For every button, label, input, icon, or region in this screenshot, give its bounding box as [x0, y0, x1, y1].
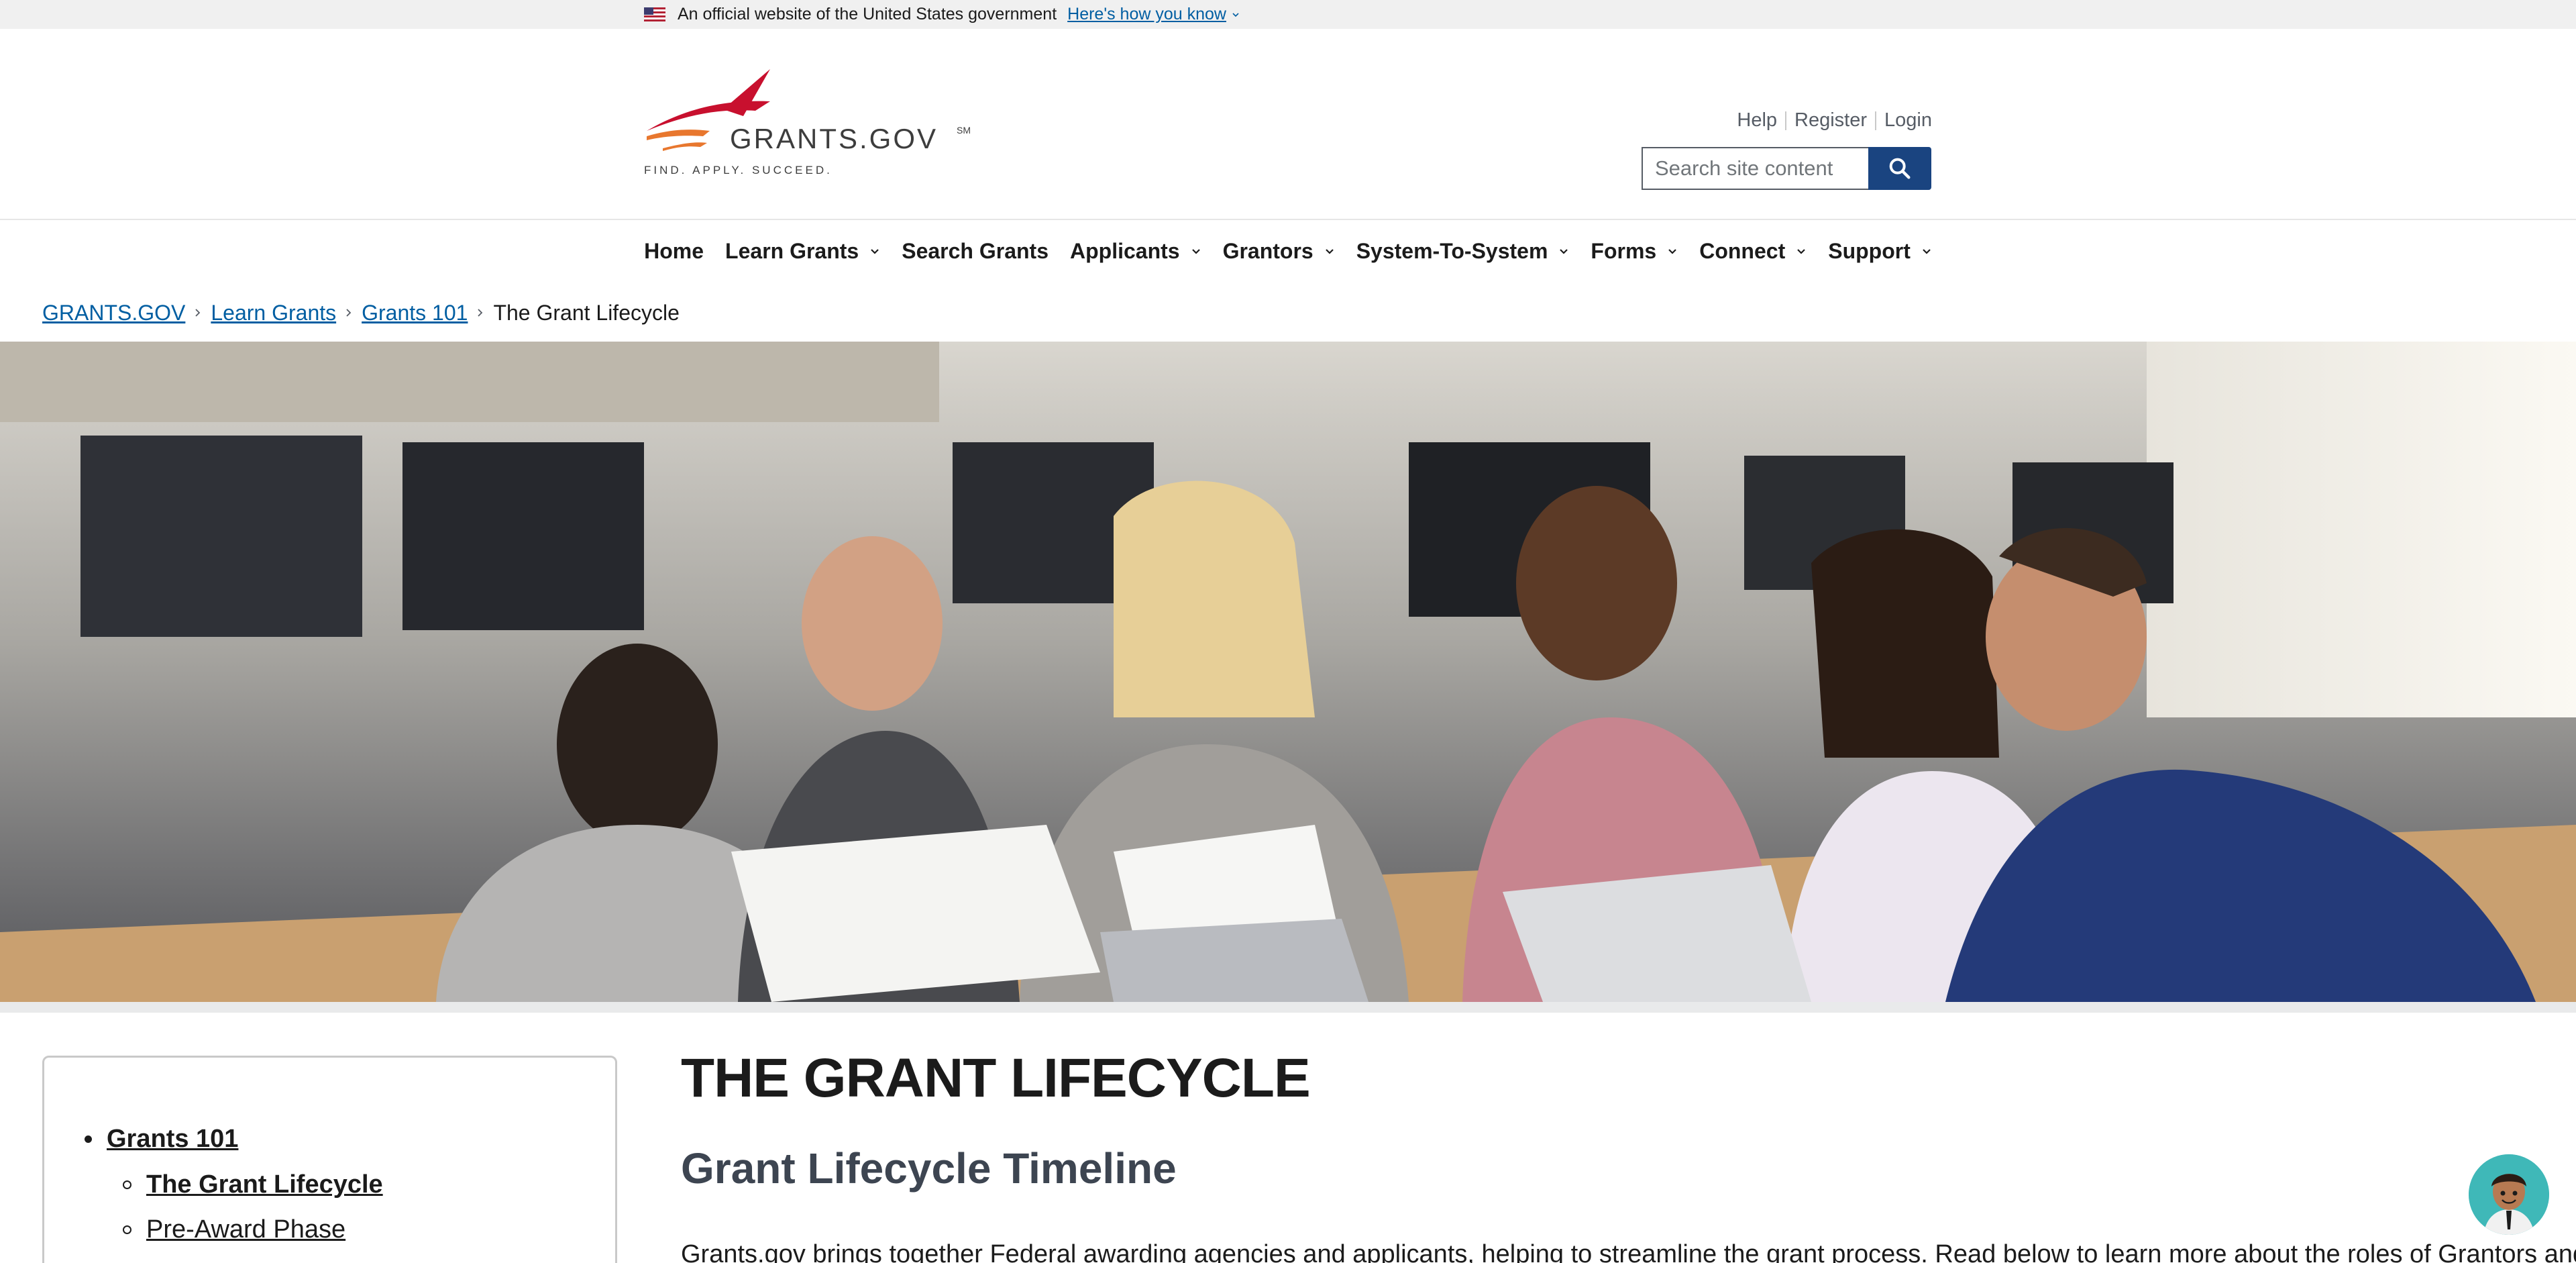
site-header: GRANTS.GOV SM FIND. APPLY. SUCCEED. Help… [0, 29, 2576, 220]
divider [1875, 111, 1877, 130]
chevron-down-icon [1797, 249, 1805, 254]
search-icon [1889, 158, 1911, 179]
login-link[interactable]: Login [1884, 109, 1932, 132]
sidebar-nav: Grants 101 The Grant Lifecycle Pre-Award… [42, 1056, 617, 1263]
chevron-right-icon [195, 309, 201, 317]
circle-bullet-icon [123, 1180, 131, 1189]
group-meeting-photo [0, 342, 2576, 1002]
grants-gov-logo[interactable]: GRANTS.GOV SM FIND. APPLY. SUCCEED. [643, 69, 975, 180]
chevron-down-icon[interactable] [1232, 11, 1240, 19]
section-title: Grant Lifecycle Timeline [681, 1144, 1177, 1193]
us-flag-icon [644, 7, 665, 21]
chevron-down-icon [1560, 249, 1568, 254]
nav-item-applicants[interactable]: Applicants [1070, 239, 1201, 264]
nav-item-home[interactable]: Home [644, 239, 704, 264]
logo-tagline: FIND. APPLY. SUCCEED. [644, 164, 833, 176]
intro-paragraph: Grants.gov brings together Federal award… [681, 1240, 2576, 1263]
sidebar-item-grant-lifecycle[interactable]: The Grant Lifecycle [123, 1170, 383, 1199]
search-placeholder: Search site content [1655, 156, 1833, 180]
breadcrumb: GRANTS.GOV Learn Grants Grants 101 The G… [42, 295, 680, 330]
nav-item-system-to-system[interactable]: System-To-System [1356, 239, 1570, 264]
page-title: THE GRANT LIFECYCLE [681, 1048, 1311, 1109]
nav-item-forms[interactable]: Forms [1591, 239, 1678, 264]
search-button[interactable] [1868, 147, 1931, 190]
sidebar-item-label[interactable]: Grants 101 [107, 1125, 238, 1154]
official-site-text: An official website of the United States… [678, 5, 1057, 23]
breadcrumb-grants-101-link[interactable]: Grants 101 [362, 301, 468, 325]
chevron-down-icon [1668, 249, 1676, 254]
nav-item-support[interactable]: Support [1828, 239, 1932, 264]
chevron-down-icon [1923, 249, 1931, 254]
help-link[interactable]: Help [1737, 109, 1777, 132]
sidebar-item-grants-101[interactable]: Grants 101 [85, 1125, 238, 1154]
breadcrumb-home-link[interactable]: GRANTS.GOV [42, 301, 185, 325]
sidebar-item-label[interactable]: Pre-Award Phase [146, 1215, 345, 1244]
chevron-down-icon [871, 249, 879, 254]
nav-item-learn-grants[interactable]: Learn Grants [725, 239, 880, 264]
chat-avatar-icon [2469, 1154, 2549, 1235]
chevron-right-icon [478, 309, 483, 317]
sidebar-item-label[interactable]: The Grant Lifecycle [146, 1170, 383, 1199]
logo-wordmark: GRANTS.GOV [730, 123, 938, 154]
sidebar-item-pre-award-phase[interactable]: Pre-Award Phase [123, 1215, 345, 1244]
nav-item-connect[interactable]: Connect [1699, 239, 1807, 264]
logo-service-mark: SM [957, 125, 971, 136]
breadcrumb-current: The Grant Lifecycle [493, 300, 680, 325]
bullet-icon [85, 1135, 92, 1143]
circle-bullet-icon [123, 1225, 131, 1234]
hero-image [0, 342, 2576, 1002]
search-input[interactable]: Search site content [1642, 147, 1870, 190]
nav-item-search-grants[interactable]: Search Grants [902, 239, 1049, 264]
hero-divider [0, 1002, 2576, 1013]
how-you-know-link[interactable]: Here's how you know [1067, 5, 1226, 24]
nav-item-grantors[interactable]: Grantors [1223, 239, 1335, 264]
gov-banner: An official website of the United States… [0, 0, 2576, 29]
chevron-down-icon [1325, 249, 1334, 254]
breadcrumb-learn-grants-link[interactable]: Learn Grants [211, 301, 336, 325]
chevron-right-icon [346, 309, 352, 317]
chevron-down-icon [1191, 249, 1200, 254]
chat-assistant-button[interactable] [2469, 1154, 2549, 1235]
utility-links: Help Register Login [1737, 109, 1932, 132]
primary-nav: Home Learn Grants Search Grants Applican… [0, 221, 2576, 281]
divider [1785, 111, 1787, 130]
register-link[interactable]: Register [1794, 109, 1867, 132]
